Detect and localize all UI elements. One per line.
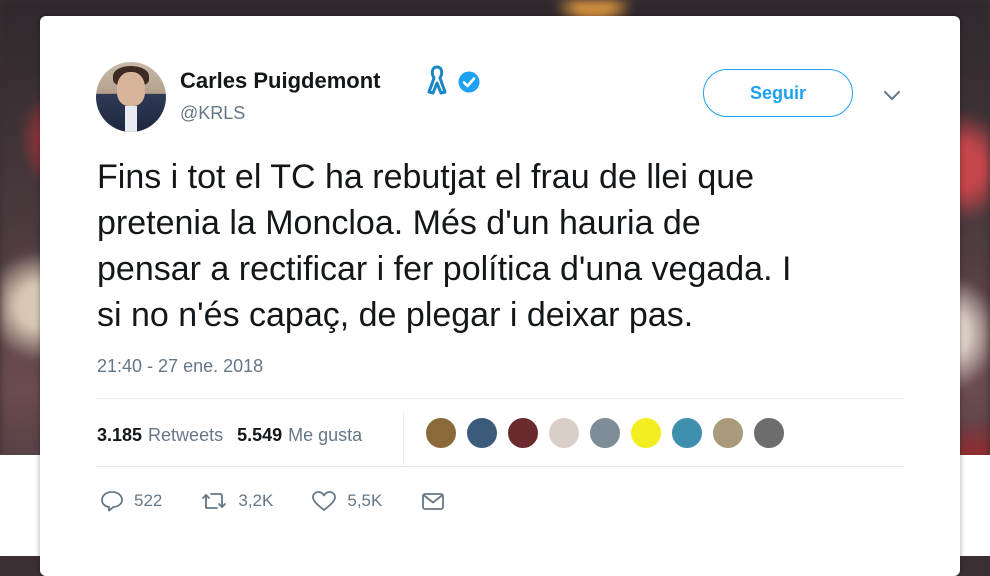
tweet-text-line: pensar a rectificar i fer política d'una… xyxy=(97,250,792,288)
tweet-text-line: si no n'és capaç, de plegar i deixar pas… xyxy=(97,296,694,334)
likes-label: Me gusta xyxy=(288,424,363,445)
like-count: 5,5K xyxy=(347,491,383,510)
retweets-label: Retweets xyxy=(148,424,224,445)
liker-avatar[interactable] xyxy=(629,416,663,450)
tweet-actions: 522 3,2K 5,5K xyxy=(100,486,494,516)
direct-message-button[interactable] xyxy=(420,490,456,512)
liker-avatar[interactable] xyxy=(465,416,499,450)
liker-avatar[interactable] xyxy=(670,416,704,450)
user-name[interactable]: Carles Puigdemont xyxy=(180,68,380,94)
tweet-timestamp[interactable]: 21:40 - 27 ene. 2018 xyxy=(97,356,263,377)
heart-icon xyxy=(312,491,337,511)
liker-avatar[interactable] xyxy=(506,416,540,450)
tweet-text: Fins i tot el TC ha rebutjat el frau de … xyxy=(97,154,907,338)
likes-count: 5.549 xyxy=(237,424,283,445)
tweet-text-line: pretenia la Moncloa. Més d'un hauria de xyxy=(97,204,701,242)
tweet-stats: 3.185 Retweets 5.549 Me gusta xyxy=(97,420,376,450)
avatar-face xyxy=(117,72,145,106)
liker-avatar[interactable] xyxy=(752,416,786,450)
likes-stat[interactable]: 5.549 Me gusta xyxy=(237,425,362,446)
liker-avatar[interactable] xyxy=(424,416,458,450)
ribbon-icon xyxy=(427,65,447,95)
reply-button[interactable]: 522 xyxy=(100,490,162,512)
avatar-shirt xyxy=(125,106,137,132)
retweet-count: 3,2K xyxy=(238,491,274,510)
tweet-text-line: Fins i tot el TC ha rebutjat el frau de … xyxy=(97,158,755,196)
retweet-icon xyxy=(202,493,227,509)
avatar[interactable] xyxy=(96,62,166,132)
divider xyxy=(96,398,904,399)
tweet-card: Carles Puigdemont @KRLS Seguir Fins i to… xyxy=(40,16,960,576)
like-button[interactable]: 5,5K xyxy=(311,490,382,512)
liker-avatars xyxy=(424,416,793,450)
retweet-button[interactable]: 3,2K xyxy=(200,490,273,512)
stats-separator xyxy=(403,413,404,465)
user-handle[interactable]: @KRLS xyxy=(180,103,245,124)
retweets-count: 3.185 xyxy=(97,424,143,445)
retweets-stat[interactable]: 3.185 Retweets xyxy=(97,425,223,446)
liker-avatar[interactable] xyxy=(588,416,622,450)
verified-icon xyxy=(458,71,480,93)
divider xyxy=(96,466,904,467)
follow-button[interactable]: Seguir xyxy=(703,69,853,117)
liker-avatar[interactable] xyxy=(711,416,745,450)
envelope-icon xyxy=(422,493,445,510)
reply-icon xyxy=(101,491,123,512)
reply-count: 522 xyxy=(134,491,163,510)
chevron-down-icon[interactable] xyxy=(883,89,901,103)
liker-avatar[interactable] xyxy=(547,416,581,450)
